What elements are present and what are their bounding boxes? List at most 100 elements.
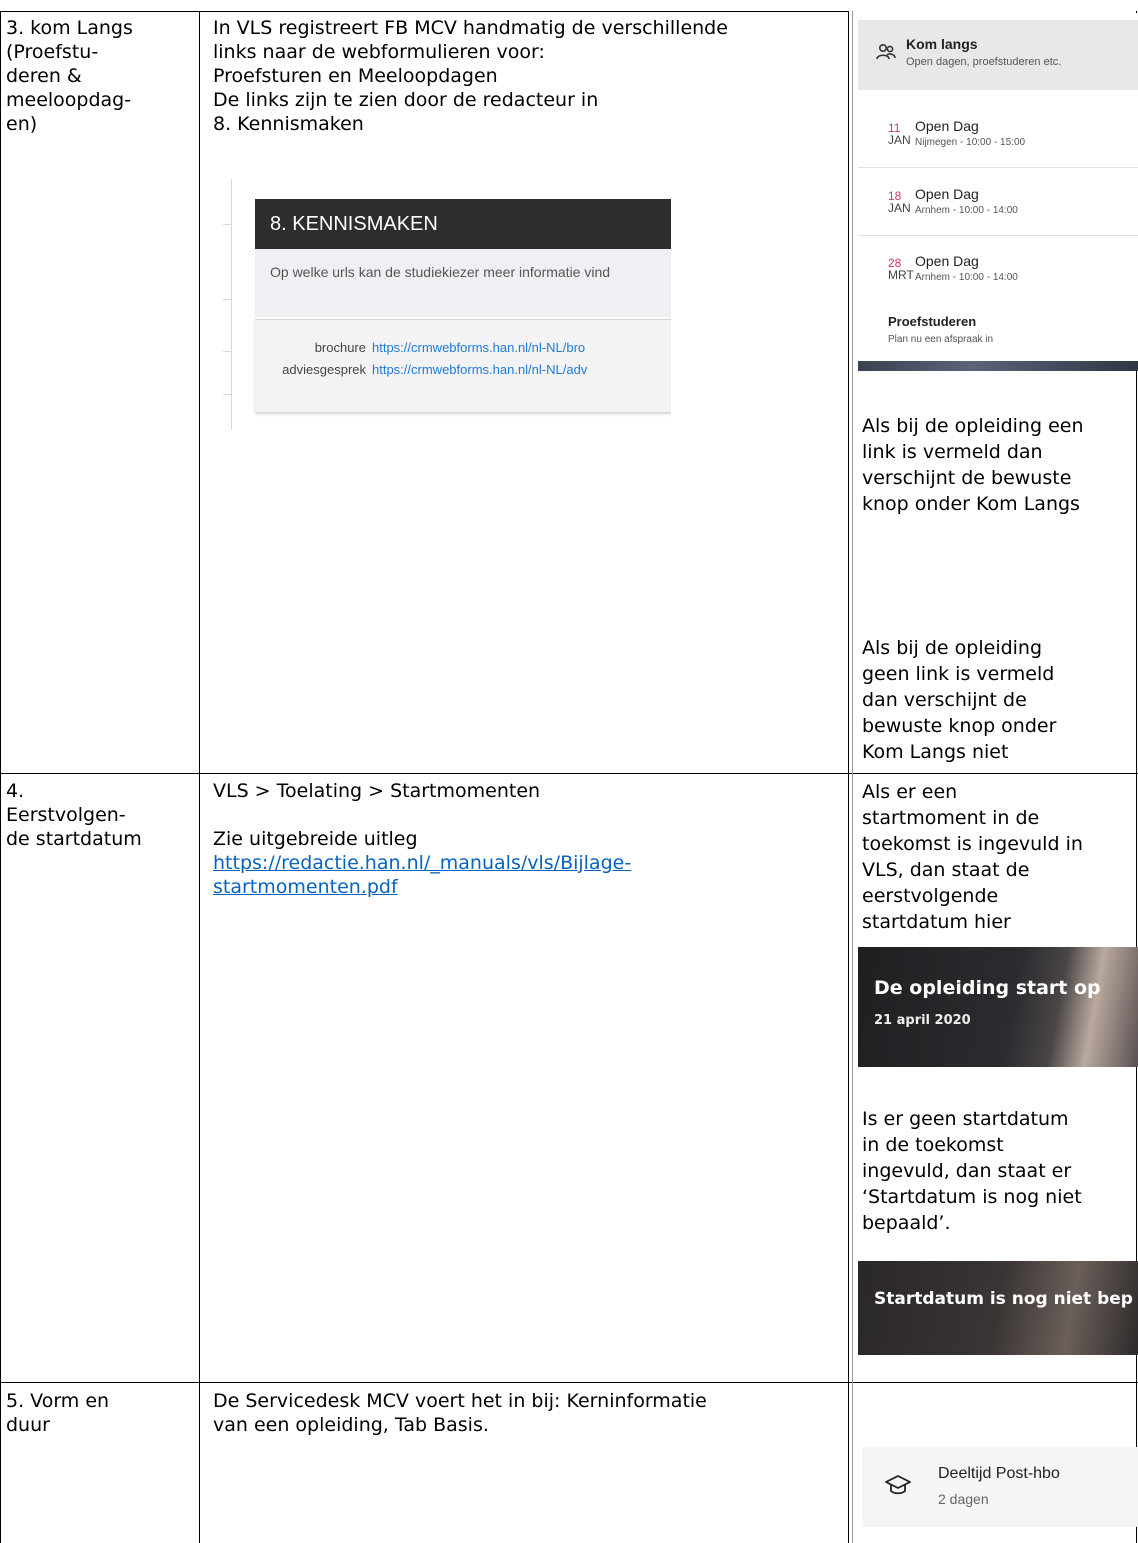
- gutter-tick: [223, 394, 231, 395]
- event-item[interactable]: 11 JAN Open Dag Nijmegen - 10:00 - 15:00: [858, 100, 1138, 168]
- note-line: link is vermeld dan: [862, 441, 1043, 463]
- row4-label-line: 4.: [6, 780, 25, 802]
- row3-desc-line: De links zijn te zien door de redacteur …: [213, 89, 599, 111]
- event-detail: Arnhem - 10:00 - 14:00: [915, 205, 1018, 216]
- row4-note-b: Is er geen startdatum in de toekomst ing…: [862, 1106, 1082, 1236]
- row3-label-line: 3. kom Langs: [6, 17, 133, 39]
- row5-label-line: duur: [6, 1414, 50, 1436]
- gutter-line: [223, 179, 232, 430]
- row4-label-line: Eerstvolgen-: [6, 804, 126, 826]
- link-url[interactable]: https://crmwebforms.han.nl/nl-NL/adv: [372, 362, 587, 377]
- row5-desc-line: De Servicedesk MCV voert het in bij: Ker…: [213, 1390, 707, 1412]
- link-row-brochure: brochure https://crmwebforms.han.nl/nl-NL…: [255, 338, 671, 358]
- gutter-tick: [223, 224, 231, 225]
- note-line: Is er geen startdatum: [862, 1108, 1069, 1130]
- event-detail: Nijmegen - 10:00 - 15:00: [915, 137, 1026, 148]
- row3-note-b: Als bij de opleiding geen link is vermel…: [862, 635, 1056, 765]
- note-line: bepaald’.: [862, 1212, 951, 1234]
- event-item[interactable]: 28 MRT Open Dag Arnhem - 10:00 - 14:00: [858, 235, 1138, 303]
- note-line: Kom Langs niet: [862, 741, 1009, 763]
- table-top-border: [0, 11, 848, 12]
- kennismaken-links: brochure https://crmwebforms.han.nl/nl-NL…: [255, 319, 671, 412]
- note-line: startdatum hier: [862, 911, 1011, 933]
- link-row-adviesgesprek: adviesgesprek https://crmwebforms.han.nl/…: [255, 360, 671, 380]
- column-divider-2: [848, 11, 849, 1543]
- row3-label: 3. kom Langs (Proefstu- deren & meeloopd…: [6, 16, 133, 136]
- note-line: in de toekomst: [862, 1134, 1004, 1156]
- event-item[interactable]: 18 JAN Open Dag Arnhem - 10:00 - 14:00: [858, 168, 1138, 236]
- graduation-cap-icon: [885, 1475, 911, 1495]
- column-divider-2b: [852, 11, 853, 1543]
- kom-langs-header[interactable]: Kom langs Open dagen, proefstuderen etc.: [858, 20, 1138, 90]
- people-icon: [876, 44, 896, 60]
- row3-desc-line: Proefsturen en Meeloopdagen: [213, 65, 498, 87]
- note-line: toekomst is ingevuld in: [862, 833, 1083, 855]
- kennismaken-title: 8. KENNISMAKEN: [255, 199, 671, 249]
- kennismaken-screenshot: 8. KENNISMAKEN Op welke urls kan de stud…: [223, 179, 671, 430]
- row5-desc-line: van een opleiding, Tab Basis.: [213, 1414, 489, 1436]
- note-line: ingevuld, dan staat er: [862, 1160, 1072, 1182]
- event-month: MRT: [888, 268, 914, 282]
- kom-langs-title: Kom langs: [906, 36, 978, 52]
- banner-title: Startdatum is nog niet bep: [874, 1289, 1133, 1309]
- note-line: bewuste knop onder: [862, 715, 1057, 737]
- row5-label: 5. Vorm en duur: [6, 1389, 109, 1437]
- note-line: VLS, dan staat de: [862, 859, 1030, 881]
- row3-desc-line: 8. Kennismaken: [213, 113, 364, 135]
- gutter-tick: [223, 299, 231, 300]
- row3-label-line: deren &: [6, 65, 82, 87]
- event-title: Open Dag: [915, 186, 979, 202]
- row4-note-a: Als er een startmoment in de toekomst is…: [862, 779, 1083, 935]
- document-table: 3. kom Langs (Proefstu- deren & meeloopd…: [0, 0, 1138, 1543]
- row4-label: 4. Eerstvolgen- de startdatum: [6, 779, 142, 851]
- row4-description: VLS > Toelating > Startmomenten Zie uitg…: [213, 779, 631, 899]
- kom-langs-subtitle: Open dagen, proefstuderen etc.: [906, 56, 1062, 68]
- event-month: JAN: [888, 201, 911, 215]
- row3-label-line: meeloopdag-: [6, 89, 132, 111]
- column-divider-1: [199, 11, 200, 1543]
- card-subtitle: 2 dagen: [938, 1491, 989, 1507]
- event-title: Open Dag: [915, 253, 979, 269]
- no-start-date-banner: Startdatum is nog niet bep: [858, 1261, 1138, 1355]
- row-divider-2: [0, 1382, 1138, 1383]
- row-divider-1: [0, 773, 1138, 774]
- note-line: Als bij de opleiding: [862, 637, 1043, 659]
- row3-label-line: en): [6, 113, 38, 135]
- note-line: Als bij de opleiding een: [862, 415, 1084, 437]
- proefstuderen-button[interactable]: Proefstuderen Plan nu een afspraak in: [858, 301, 1138, 361]
- row3-desc-line: In VLS registreert FB MCV handmatig de v…: [213, 17, 728, 39]
- link-label: adviesgesprek: [282, 362, 366, 377]
- link-url[interactable]: https://crmwebforms.han.nl/nl-NL/bro: [372, 340, 585, 355]
- start-date-banner: De opleiding start op 21 april 2020: [858, 947, 1138, 1067]
- note-line: knop onder Kom Langs: [862, 493, 1080, 515]
- note-line: dan verschijnt de: [862, 689, 1027, 711]
- row4-desc-line: Zie uitgebreide uitleg: [213, 828, 418, 850]
- gutter-tick: [223, 351, 231, 352]
- kennismaken-question: Op welke urls kan de studiekiezer meer i…: [255, 249, 671, 317]
- startmomenten-link[interactable]: https://redactie.han.nl/_manuals/vls/Bij…: [213, 852, 631, 874]
- note-line: eerstvolgende: [862, 885, 999, 907]
- row5-label-line: 5. Vorm en: [6, 1390, 110, 1412]
- proefstuderen-subtitle: Plan nu een afspraak in: [888, 334, 994, 345]
- proefstuderen-title: Proefstuderen: [888, 314, 977, 329]
- table-left-border: [0, 11, 1, 1543]
- row3-description: In VLS registreert FB MCV handmatig de v…: [213, 16, 728, 136]
- note-line: verschijnt de bewuste: [862, 467, 1072, 489]
- banner-title: De opleiding start op: [874, 977, 1101, 999]
- kom-langs-widget: Kom langs Open dagen, proefstuderen etc.…: [858, 13, 1138, 371]
- event-detail: Arnhem - 10:00 - 14:00: [915, 272, 1018, 283]
- row4-desc-line: VLS > Toelating > Startmomenten: [213, 780, 541, 802]
- row3-label-line: (Proefstu-: [6, 41, 99, 63]
- note-line: Als er een: [862, 781, 958, 803]
- vorm-duur-card: Deeltijd Post-hbo 2 dagen: [862, 1447, 1138, 1527]
- row3-desc-line: links naar de webformulieren voor:: [213, 41, 545, 63]
- startmomenten-link[interactable]: startmomenten.pdf: [213, 876, 398, 898]
- event-title: Open Dag: [915, 118, 979, 134]
- note-line: geen link is vermeld: [862, 663, 1055, 685]
- note-line: ‘Startdatum is nog niet: [862, 1186, 1082, 1208]
- note-line: startmoment in de: [862, 807, 1040, 829]
- row3-note-a: Als bij de opleiding een link is vermeld…: [862, 413, 1084, 517]
- background-photo-strip: [858, 361, 1138, 371]
- banner-date: 21 april 2020: [874, 1013, 971, 1028]
- card-title: Deeltijd Post-hbo: [938, 1465, 1060, 1482]
